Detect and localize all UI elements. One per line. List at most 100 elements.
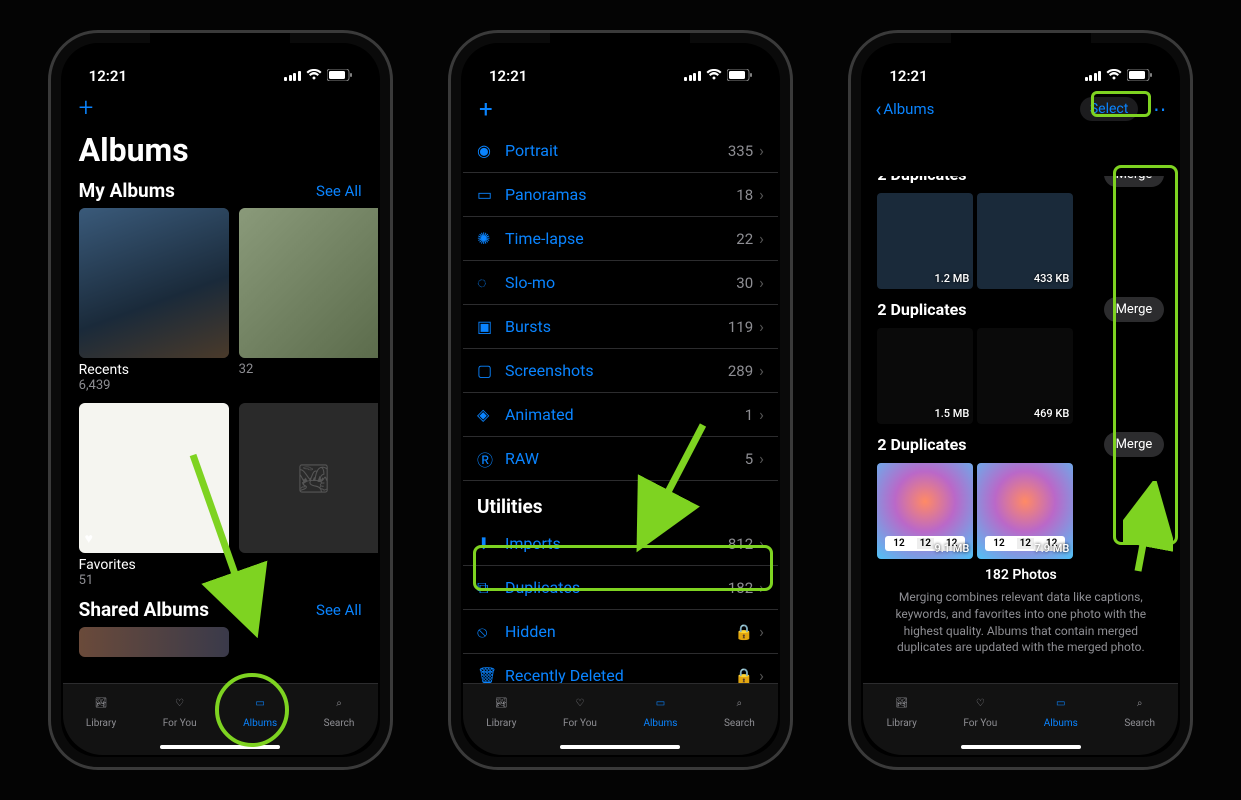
animated-icon: ◈	[477, 405, 505, 424]
section-my-albums: My Albums	[79, 179, 175, 202]
see-all-link[interactable]: See All	[316, 182, 362, 200]
tab-albums[interactable]: ▭Albums	[1044, 690, 1078, 729]
row-duplicates[interactable]: ⧉Duplicates182›	[463, 566, 778, 610]
battery-icon	[327, 67, 352, 85]
duplicate-thumb[interactable]: 12 12 127.9 MB	[977, 463, 1073, 559]
add-button[interactable]: +	[479, 95, 493, 123]
battery-icon	[727, 67, 752, 85]
page-title: Duplicates	[863, 129, 1178, 176]
duplicates-content[interactable]: 2 Duplicates Merge 1.2 MB 433 KB 2 Dupli…	[863, 176, 1178, 683]
album-name: Favorites	[79, 557, 229, 573]
duplicate-thumb[interactable]: 469 KB	[977, 328, 1073, 424]
merge-button[interactable]: Merge	[1104, 176, 1165, 187]
status-right	[284, 67, 352, 85]
duplicate-group: 2 Duplicates Merge 1.5 MB 469 KB	[863, 297, 1178, 424]
row-hidden[interactable]: ⦸Hidden🔒›	[463, 610, 778, 654]
group-title: 2 Duplicates	[877, 176, 966, 184]
content: + Albums My Albums See All Recents 6,439	[63, 89, 378, 683]
merge-button[interactable]: Merge	[1104, 297, 1165, 322]
row-recently-deleted[interactable]: 🗑Recently Deleted🔒›	[463, 654, 778, 683]
album-favorites[interactable]: ♥ Favorites 51	[79, 403, 229, 588]
duplicate-thumb[interactable]: 1.2 MB	[877, 193, 973, 289]
photo-count: 182 Photos	[863, 567, 1178, 583]
tab-for-you[interactable]: ♡For You	[563, 690, 597, 729]
phone-duplicates-screen: 12:21 ‹Albums Select ⋯ Duplicates 2 Dupl…	[848, 30, 1193, 770]
duplicate-thumb[interactable]: 433 KB	[977, 193, 1073, 289]
signal-icon	[284, 71, 301, 81]
duplicate-group: 2 Duplicates Merge 12 12 129.1 MB 12 12 …	[863, 432, 1178, 559]
chevron-icon: ›	[759, 141, 764, 160]
wifi-icon	[706, 67, 722, 85]
album-count: 32	[239, 362, 378, 377]
status-time: 12:21	[489, 67, 527, 85]
duplicates-icon: ⧉	[477, 578, 505, 598]
album-count: 6,439	[79, 378, 229, 393]
home-indicator[interactable]	[160, 745, 280, 749]
album-name: Recents	[79, 362, 229, 378]
merge-button[interactable]: Merge	[1104, 432, 1165, 457]
row-panoramas[interactable]: ▭Panoramas18›	[463, 173, 778, 217]
row-portrait[interactable]: ◉Portrait335›	[463, 129, 778, 173]
trash-icon: 🗑	[477, 666, 505, 683]
home-indicator[interactable]	[961, 745, 1081, 749]
home-indicator[interactable]	[560, 745, 680, 749]
lock-icon: 🔒	[734, 667, 753, 684]
tab-albums[interactable]: ▭Albums	[243, 690, 277, 729]
tab-library[interactable]: 🏞Library	[486, 690, 516, 729]
tab-for-you[interactable]: ♡For You	[963, 690, 997, 729]
shared-album-thumb[interactable]	[79, 627, 229, 657]
tab-for-you[interactable]: ♡For You	[163, 690, 197, 729]
row-animated[interactable]: ◈Animated1›	[463, 393, 778, 437]
row-screenshots[interactable]: ▢Screenshots289›	[463, 349, 778, 393]
portrait-icon: ◉	[477, 141, 505, 160]
duplicate-thumb[interactable]: 12 12 129.1 MB	[877, 463, 973, 559]
status-time: 12:21	[89, 67, 127, 85]
screen: 12:21 + Albums ◉Portrait335› ▭Panoramas1…	[463, 45, 778, 755]
select-button[interactable]: Select	[1080, 97, 1138, 121]
tab-library[interactable]: 🏞Library	[887, 690, 917, 729]
row-timelapse[interactable]: ✺Time-lapse22›	[463, 217, 778, 261]
imports-icon: ⬇	[477, 534, 505, 553]
group-title: 2 Duplicates	[877, 435, 966, 454]
tab-search[interactable]: ⌕Search	[324, 690, 355, 729]
tab-search[interactable]: ⌕Search	[724, 690, 755, 729]
row-slomo[interactable]: ◌Slo-mo30›	[463, 261, 778, 305]
duplicate-group: 2 Duplicates Merge 1.2 MB 433 KB	[863, 176, 1178, 289]
screenshots-icon: ▢	[477, 361, 505, 380]
album-item[interactable]: 🏞	[239, 403, 378, 588]
nav-bar: + Albums	[463, 89, 778, 129]
bursts-icon: ▣	[477, 317, 505, 336]
add-button[interactable]: +	[79, 93, 362, 123]
notch	[150, 33, 290, 63]
tab-library[interactable]: 🏞Library	[86, 690, 116, 729]
timelapse-icon: ✺	[477, 229, 505, 248]
panorama-icon: ▭	[477, 185, 505, 204]
tab-albums[interactable]: ▭Albums	[643, 690, 677, 729]
album-item[interactable]: 32	[239, 208, 378, 393]
slomo-icon: ◌	[477, 273, 505, 293]
row-bursts[interactable]: ▣Bursts119›	[463, 305, 778, 349]
raw-icon: Ⓡ	[477, 447, 505, 471]
row-raw[interactable]: ⓇRAW5›	[463, 437, 778, 481]
row-imports[interactable]: ⬇Imports812›	[463, 522, 778, 566]
notch	[550, 33, 690, 63]
duplicate-thumb[interactable]: 1.5 MB	[877, 328, 973, 424]
group-title: 2 Duplicates	[877, 300, 966, 319]
album-recents[interactable]: Recents 6,439	[79, 208, 229, 393]
lock-icon: 🔒	[734, 623, 753, 641]
screen: 12:21 + Albums My Albums See All Recents	[63, 45, 378, 755]
battery-icon	[1127, 67, 1152, 85]
back-button[interactable]: ‹Albums	[875, 97, 934, 121]
section-utilities: Utilities	[463, 481, 778, 522]
hidden-icon: ⦸	[477, 622, 505, 642]
see-all-link[interactable]: See All	[316, 601, 362, 619]
wifi-icon	[306, 67, 322, 85]
status-time: 12:21	[889, 67, 927, 85]
chevron-left-icon: ‹	[875, 97, 881, 121]
signal-icon	[684, 71, 701, 81]
footer-description: Merging combines relevant data like capt…	[863, 583, 1178, 662]
more-button[interactable]: ⋯	[1146, 97, 1166, 121]
tab-search[interactable]: ⌕Search	[1124, 690, 1155, 729]
signal-icon	[1085, 71, 1102, 81]
albums-list[interactable]: ◉Portrait335› ▭Panoramas18› ✺Time-lapse2…	[463, 129, 778, 683]
